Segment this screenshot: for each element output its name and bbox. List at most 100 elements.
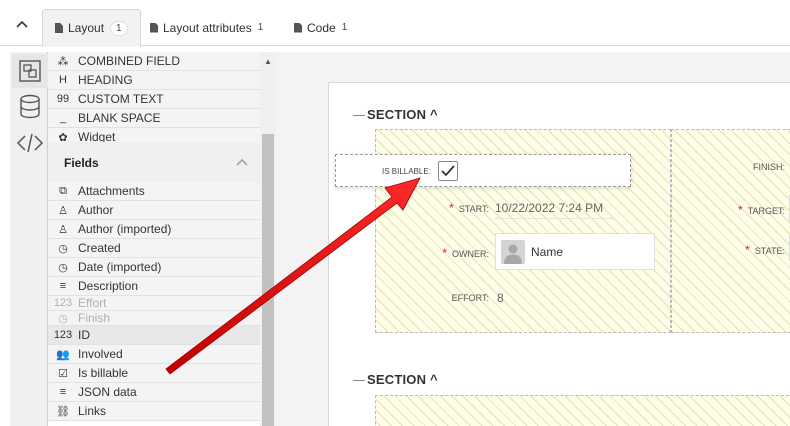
clock-icon: ◷ — [58, 261, 68, 274]
palette-item-attachments[interactable]: ⧉ Attachments — [48, 182, 260, 201]
palette-item-date-imported[interactable]: ◷ Date (imported) — [48, 258, 260, 277]
layout-canvas: SECTION ^ * START: 10/22/2022 7:24 PM * OW… — [276, 52, 790, 426]
database-button[interactable] — [12, 90, 48, 124]
checkbox-icon: ☑ — [58, 367, 68, 380]
link-icon: ⛓ — [56, 405, 70, 418]
tab-count-badge: 1 — [341, 22, 348, 33]
target-label: * TARGET: — [737, 203, 785, 217]
clock-icon: ◷ — [58, 242, 68, 255]
palette-item-label: COMBINED FIELD — [78, 54, 181, 68]
palette-item-involved[interactable]: 👥 Involved — [48, 345, 260, 364]
palette-item-label: CUSTOM TEXT — [78, 92, 164, 106]
fields-group-header[interactable]: Fields — [48, 142, 260, 184]
tab-label: Layout — [68, 21, 105, 35]
layout-elements-icon — [19, 60, 41, 82]
fields-group-title: Fields — [64, 156, 99, 170]
palette-item-label: Effort — [78, 296, 107, 310]
clock-icon: ◷ — [58, 312, 68, 325]
attachments-icon: ⧉ — [59, 184, 67, 197]
palette-item-label: Involved — [78, 347, 123, 361]
person-icon: ♙ — [58, 223, 68, 236]
section-divider — [353, 115, 365, 116]
palette-item-created[interactable]: ◷ Created — [48, 239, 260, 258]
palette-item-label: Date (imported) — [78, 260, 162, 274]
tab-label: Layout attributes — [163, 20, 252, 35]
tab-layout-attributes[interactable]: Layout attributes 1 — [138, 9, 275, 46]
start-value[interactable]: 10/22/2022 7:24 PM — [495, 201, 613, 219]
number-icon: 123 — [53, 329, 73, 341]
effort-label: EFFORT: — [451, 293, 489, 303]
palette-item-is-billable[interactable]: ☑ Is billable — [48, 364, 260, 383]
owner-label: * OWNER: — [442, 246, 489, 260]
palette-item-finish: ◷ Finish — [48, 311, 260, 326]
state-label: * STATE: — [745, 243, 785, 257]
section-title[interactable]: SECTION ^ — [367, 372, 438, 387]
section-title[interactable]: SECTION ^ — [367, 107, 438, 122]
palette-item-custom-text[interactable]: 99 CUSTOM TEXT — [48, 90, 260, 109]
palette-item-id[interactable]: 123 ID — [48, 326, 260, 345]
tab-code[interactable]: Code 1 — [282, 9, 359, 46]
combined-field-icon: ⁂ — [57, 55, 69, 68]
is-billable-label: IS BILLABLE: — [382, 167, 431, 176]
palette-item-combined-field[interactable]: ⁂ COMBINED FIELD — [48, 52, 260, 71]
people-icon: 👥 — [56, 348, 70, 361]
document-icon — [294, 22, 302, 33]
layout-elements-button[interactable] — [12, 54, 48, 88]
palette-item-label: Author — [78, 203, 114, 217]
palette-scrollbar[interactable]: ▲ — [260, 52, 276, 426]
avatar — [501, 239, 525, 264]
palette-item-json-data[interactable]: ≡ JSON data — [48, 383, 260, 402]
palette-item-label: Description — [78, 279, 139, 293]
palette-item-label: Finish — [78, 311, 111, 325]
palette-item-effort: 123 Effort — [48, 296, 260, 311]
tab-count-badge: 1 — [257, 22, 264, 33]
palette-item-author[interactable]: ♙ Author — [48, 201, 260, 220]
finish-label: FINISH: — [752, 162, 785, 172]
code-button[interactable] — [12, 126, 48, 160]
scrollbar-thumb[interactable] — [262, 134, 274, 426]
person-silhouette-icon — [504, 244, 522, 264]
tab-label: Code — [307, 20, 336, 35]
tab-layout[interactable]: Layout 1 — [42, 9, 141, 47]
palette-item-label: ID — [78, 328, 90, 342]
palette-item-author-imported[interactable]: ♙ Author (imported) — [48, 220, 260, 239]
blank-space-icon: _ — [59, 112, 67, 124]
checkmark-icon — [441, 165, 455, 177]
heading-icon: H — [59, 74, 67, 86]
field-palette: ⁂ COMBINED FIELD H HEADING 99 CUSTOM TEX… — [48, 52, 260, 426]
palette-item-label: Author (imported) — [78, 222, 172, 236]
palette-item-label: JSON data — [78, 385, 137, 399]
column-dropzone-right[interactable] — [671, 129, 790, 333]
collapse-chevron-icon[interactable] — [12, 14, 32, 34]
is-billable-checkbox[interactable] — [438, 161, 458, 181]
palette-item-label: BLANK SPACE — [78, 111, 161, 125]
document-icon — [150, 22, 158, 33]
palette-item-label: Attachments — [78, 184, 145, 198]
section-divider — [353, 380, 365, 381]
text-lines-icon: ≡ — [59, 386, 67, 398]
scroll-up-arrow-icon[interactable]: ▲ — [260, 54, 276, 70]
dragged-field-ghost[interactable]: IS BILLABLE: — [335, 151, 654, 187]
palette-item-links[interactable]: ⛓ Links — [48, 402, 260, 421]
palette-item-heading[interactable]: H HEADING — [48, 71, 260, 90]
effort-value[interactable]: 8 — [497, 291, 504, 305]
palette-item-label: HEADING — [78, 73, 133, 87]
tool-rail — [10, 52, 48, 426]
layout-editor-tabbar: Layout 1 Layout attributes 1 Code 1 — [0, 0, 790, 47]
quote-icon: 99 — [56, 93, 70, 105]
start-label: * START: — [449, 201, 489, 215]
palette-item-label: Links — [78, 404, 107, 418]
form-sheet: SECTION ^ * START: 10/22/2022 7:24 PM * OW… — [328, 82, 790, 426]
person-icon: ♙ — [58, 204, 68, 217]
palette-item-blank-space[interactable]: _ BLANK SPACE — [48, 109, 260, 128]
database-icon — [20, 94, 40, 119]
owner-picker[interactable]: Name — [495, 233, 655, 270]
column-dropzone-bottom[interactable] — [375, 395, 790, 426]
chevron-up-icon[interactable] — [236, 155, 248, 169]
code-icon — [16, 133, 44, 153]
text-lines-icon: ≡ — [59, 280, 67, 292]
owner-name: Name — [531, 244, 564, 259]
palette-item-description[interactable]: ≡ Description — [48, 277, 260, 296]
tab-count-badge: 1 — [110, 20, 128, 36]
document-icon — [55, 23, 63, 33]
